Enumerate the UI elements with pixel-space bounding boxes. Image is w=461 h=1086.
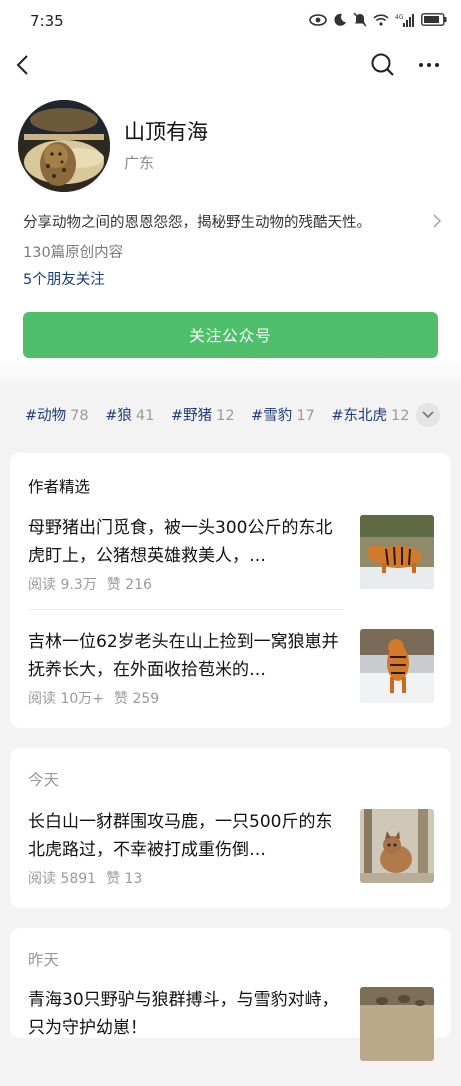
featured-card: 作者精选 母野猪出门觅食，被一头300公斤的东北虎盯上，公猪想英雄救美人，… 阅… bbox=[10, 453, 451, 728]
tag-count: 78 bbox=[70, 408, 89, 424]
article-title: 长白山一豺群围攻马鹿，一只500斤的东北虎路过，不幸被打成重伤倒… bbox=[28, 812, 333, 860]
article-likes: 赞 216 bbox=[106, 577, 152, 593]
profile-header: 山顶有海 广东 分享动物之间的恩恩怨怨，揭秘野生动物的残酷天性。 130篇原创内… bbox=[0, 88, 461, 388]
tag-item[interactable]: #东北虎 12 bbox=[331, 404, 409, 425]
article-title: 母野猪出门觅食，被一头300公斤的东北虎盯上，公猪想英雄救美人，… bbox=[28, 518, 333, 566]
mute-bell-icon bbox=[353, 12, 367, 27]
moon-icon bbox=[334, 13, 346, 26]
account-description: 分享动物之间的恩恩怨怨，揭秘野生动物的残酷天性。 bbox=[23, 215, 371, 231]
status-bar: 7:35 4G bbox=[0, 0, 461, 44]
signal-icon: 4G bbox=[395, 13, 414, 27]
account-name: 山顶有海 bbox=[124, 120, 208, 144]
nav-bar bbox=[0, 44, 461, 88]
account-region: 广东 bbox=[124, 154, 155, 172]
description-row[interactable]: 分享动物之间的恩恩怨怨，揭秘野生动物的残酷天性。 bbox=[23, 208, 443, 234]
article-reads: 阅读 10万+ bbox=[28, 691, 104, 707]
tag-list: #动物 78 #狼 41 #野猪 12 #雪豹 17 #东北虎 12 bbox=[25, 404, 445, 428]
svg-text:4G: 4G bbox=[395, 14, 404, 21]
tag-name: #狼 bbox=[105, 408, 132, 424]
article-item[interactable]: 长白山一豺群围攻马鹿，一只500斤的东北虎路过，不幸被打成重伤倒… 阅读 589… bbox=[10, 808, 451, 908]
tag-item[interactable]: #动物 78 bbox=[25, 404, 89, 425]
status-time: 7:35 bbox=[30, 12, 64, 30]
tiger-walking-image bbox=[360, 629, 434, 703]
article-likes: 赞 13 bbox=[106, 871, 143, 887]
tag-count: 17 bbox=[296, 408, 315, 424]
article-meta: 阅读 10万+ 赞 259 bbox=[28, 688, 169, 708]
date-heading-today: 今天 bbox=[28, 771, 60, 789]
tag-count: 12 bbox=[391, 408, 410, 424]
back-arrow-icon[interactable] bbox=[12, 50, 36, 80]
avatar[interactable] bbox=[18, 100, 110, 192]
chevron-right-icon bbox=[433, 214, 442, 228]
friends-following-link[interactable]: 5个朋友关注 bbox=[23, 268, 105, 289]
tag-item[interactable]: #狼 41 bbox=[105, 404, 154, 425]
date-heading-yesterday: 昨天 bbox=[28, 951, 60, 969]
tag-item[interactable]: #野猪 12 bbox=[171, 404, 235, 425]
battery-icon bbox=[421, 13, 447, 26]
article-thumbnail bbox=[360, 809, 434, 883]
article-item[interactable]: 吉林一位62岁老头在山上捡到一窝狼崽并抚养长大，在外面收拾苞米的… 阅读 10万… bbox=[10, 628, 451, 728]
article-title: 吉林一位62岁老头在山上捡到一窝狼崽并抚养长大，在外面收拾苞米的… bbox=[28, 632, 339, 680]
tag-name: #动物 bbox=[25, 408, 67, 424]
article-thumbnail bbox=[360, 987, 434, 1061]
article-thumbnail bbox=[360, 629, 434, 703]
tag-name: #雪豹 bbox=[251, 408, 293, 424]
article-thumbnail bbox=[360, 515, 434, 589]
tag-count: 12 bbox=[216, 408, 235, 424]
yesterday-card: 昨天 青海30只野驴与狼群搏斗，与雪豹对峙，只为守护幼崽！ bbox=[10, 928, 451, 1061]
article-likes: 赞 259 bbox=[114, 691, 160, 707]
tag-name: #东北虎 bbox=[331, 408, 388, 424]
article-title: 青海30只野驴与狼群搏斗，与雪豹对峙，只为守护幼崽！ bbox=[28, 990, 339, 1038]
article-reads: 阅读 9.3万 bbox=[28, 577, 97, 593]
wild-donkeys-image bbox=[360, 987, 434, 1061]
article-meta: 阅读 9.3万赞 216 bbox=[28, 574, 162, 594]
wifi-icon bbox=[373, 14, 389, 26]
dhole-image bbox=[360, 809, 434, 883]
more-options-icon[interactable] bbox=[414, 50, 444, 80]
article-item[interactable]: 青海30只野驴与狼群搏斗，与雪豹对峙，只为守护幼崽！ bbox=[10, 986, 451, 1086]
article-reads: 阅读 5891 bbox=[28, 871, 97, 887]
tag-item[interactable]: #雪豹 17 bbox=[251, 404, 315, 425]
follow-button[interactable]: 关注公众号 bbox=[23, 312, 438, 358]
tag-name: #野猪 bbox=[170, 408, 213, 424]
leopard-avatar-image bbox=[18, 100, 110, 192]
divider bbox=[28, 609, 344, 610]
chevron-down-icon bbox=[422, 411, 434, 419]
expand-tags-button[interactable] bbox=[416, 403, 440, 427]
original-count: 130篇原创内容 bbox=[23, 245, 124, 261]
article-item[interactable]: 母野猪出门觅食，被一头300公斤的东北虎盯上，公猪想英雄救美人，… 阅读 9.3… bbox=[10, 514, 451, 614]
featured-heading: 作者精选 bbox=[28, 478, 91, 496]
article-meta: 阅读 5891 赞 13 bbox=[28, 868, 152, 888]
eye-icon bbox=[309, 13, 327, 26]
status-icons: 4G bbox=[309, 12, 447, 27]
tag-count: 41 bbox=[135, 408, 155, 424]
today-card: 今天 长白山一豺群围攻马鹿，一只500斤的东北虎路过，不幸被打成重伤倒… 阅读 … bbox=[10, 748, 451, 908]
tiger-in-snow-image bbox=[360, 515, 434, 589]
search-icon[interactable] bbox=[368, 50, 398, 80]
